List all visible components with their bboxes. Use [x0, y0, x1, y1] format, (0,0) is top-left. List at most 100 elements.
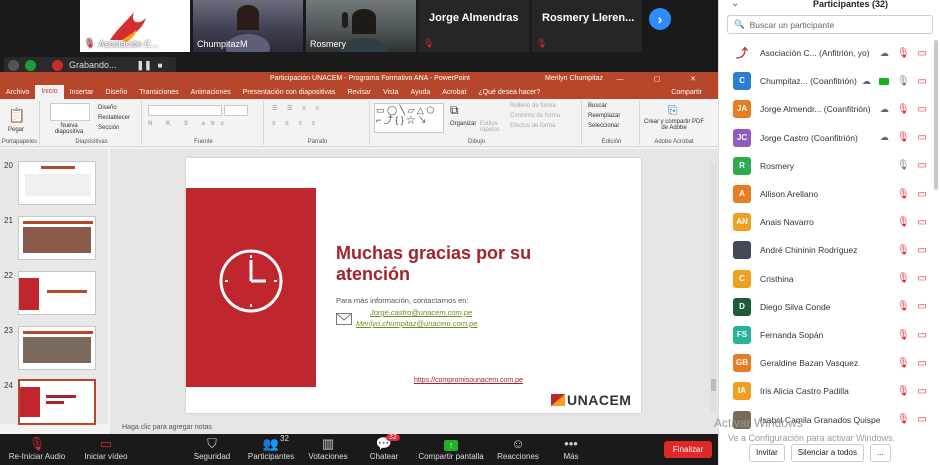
- tab-acrobat[interactable]: Acrobat: [436, 89, 472, 96]
- arrange-icon[interactable]: ⧉: [450, 103, 459, 118]
- tab-ayuda[interactable]: Ayuda: [405, 89, 437, 96]
- new-slide-icon[interactable]: [50, 103, 90, 121]
- audio-button[interactable]: 🎙 Re-Iniciar Audio: [6, 436, 68, 461]
- tell-me-search[interactable]: ¿Qué desea hacer?: [472, 89, 546, 96]
- tab-diseno[interactable]: Diseño: [99, 89, 133, 96]
- participant-row[interactable]: C Cristhina 🎙 ▭: [719, 265, 940, 293]
- new-slide-label[interactable]: Nueva diapositiva: [46, 123, 92, 135]
- participant-row[interactable]: R Rosmery 🎙 ▭: [719, 152, 940, 180]
- participant-row[interactable]: JA Jorge Almendr... (Coanfitrión) ☁ 🎙 ▭: [719, 95, 940, 123]
- participant-row[interactable]: FS Fernanda Sopán 🎙 ▭: [719, 321, 940, 349]
- participants-button[interactable]: 👥 32 Participantes: [244, 434, 298, 461]
- clock-icon: [219, 249, 283, 313]
- search-icon: 🔍: [734, 19, 745, 29]
- video-button[interactable]: ▭ Iniciar vídeo: [82, 436, 130, 461]
- chat-button[interactable]: 💬 32 Chatear: [366, 434, 402, 461]
- share-screen-button[interactable]: ↑ Compartir pantalla: [414, 436, 488, 461]
- panel-more-button[interactable]: ...: [869, 443, 891, 462]
- slide-thumbnail-selected[interactable]: [18, 379, 96, 425]
- avatar: C: [733, 72, 751, 91]
- group-diapositivas: Nueva diapositiva Diseño Restablecer Sec…: [42, 101, 142, 145]
- tab-transiciones[interactable]: Transiciones: [133, 89, 184, 96]
- align-buttons[interactable]: ≡ ≡ ≡ ≡: [272, 121, 319, 127]
- reactions-button[interactable]: ☺ Reacciones: [496, 436, 540, 461]
- share-screen-label: Compartir pantalla: [418, 452, 484, 461]
- tab-presentacion[interactable]: Presentación con diapositivas: [237, 89, 342, 96]
- info-icon[interactable]: [8, 59, 19, 71]
- pause-icon[interactable]: ❚❚: [137, 60, 152, 71]
- video-tile-rosmery-lleren[interactable]: Rosmery Lleren... 🎙: [532, 0, 642, 52]
- participant-row[interactable]: ⤴ Asociación C... (Anfitrión, yo) ☁ 🎙 ▭: [719, 39, 940, 67]
- mic-off-icon: 🎙: [896, 188, 910, 200]
- video-tile-host[interactable]: 🎙 Asociación C...: [80, 0, 190, 52]
- pdf-icon[interactable]: ⎘: [668, 103, 678, 118]
- replace-button[interactable]: Reemplazar: [588, 113, 620, 119]
- font-name-select[interactable]: [148, 105, 222, 116]
- tab-archivo[interactable]: Archivo: [0, 89, 35, 96]
- screen-share-icon: [878, 77, 889, 85]
- cloud-icon: ☁: [861, 75, 871, 86]
- group-portapapeles: 📋 Pegar Portapapeles: [0, 101, 40, 145]
- window-controls[interactable]: — ▢ ✕: [617, 75, 710, 83]
- slide-thumbnail[interactable]: [18, 161, 96, 205]
- mute-all-button[interactable]: Silenciar a todos: [790, 443, 864, 462]
- font-size-select[interactable]: [224, 105, 248, 116]
- reset-button[interactable]: Restablecer: [98, 115, 130, 121]
- shape-fill[interactable]: Relleno de forma: [510, 103, 556, 109]
- participant-row[interactable]: A Allison Arellano 🎙 ▭: [719, 180, 940, 208]
- create-pdf-button[interactable]: Crear y compartir PDF de Adobe: [644, 119, 704, 131]
- quick-styles[interactable]: Estilos rápidos: [480, 121, 504, 133]
- cloud-icon: ☁: [879, 47, 889, 58]
- share-button[interactable]: Compartir: [665, 89, 708, 96]
- chevron-down-icon[interactable]: ⌄: [731, 0, 739, 9]
- polls-button[interactable]: ▥ Votaciones: [306, 436, 350, 461]
- font-format-buttons[interactable]: N K S abc: [148, 121, 230, 127]
- tab-insertar[interactable]: Insertar: [64, 89, 100, 96]
- video-tile-chumpitaz[interactable]: ChumpitazM: [193, 0, 303, 52]
- select-button[interactable]: Seleccionar: [588, 123, 619, 129]
- paste-label[interactable]: Pegar: [8, 127, 24, 133]
- participant-row[interactable]: André Chininin Rodríguez 🎙 ▭: [719, 236, 940, 264]
- slide-thumbnail[interactable]: [18, 271, 96, 315]
- participant-row[interactable]: JC Jorge Castro (Coanfitrión) ☁ 🎙 ▭: [719, 124, 940, 152]
- participant-row[interactable]: C Chumpitaz... (Coanfitrión) ☁ 🎙 ▭: [719, 67, 940, 95]
- tab-vista[interactable]: Vista: [377, 89, 404, 96]
- tab-animaciones[interactable]: Animaciones: [185, 89, 237, 96]
- video-tile-jorge[interactable]: Jorge Almendras 🎙: [419, 0, 529, 52]
- invite-button[interactable]: Invitar: [749, 443, 785, 462]
- website-link[interactable]: https://compromisounacem.com.pe: [414, 377, 523, 384]
- unacem-mark-icon: [551, 394, 565, 406]
- end-meeting-button[interactable]: Finalizar: [664, 441, 712, 458]
- participant-row[interactable]: IA Iris Alicia Castro Padilla 🎙 ▭: [719, 377, 940, 405]
- email-link-merilyn[interactable]: Merilyn.chumpitaz@unacem.com.pe: [356, 319, 477, 328]
- slide-thumbnail[interactable]: [18, 326, 96, 370]
- mic-off-icon: 🎙: [896, 329, 910, 341]
- email-link-jorge[interactable]: Jorge.castro@unacem.com.pe: [370, 308, 472, 317]
- tab-revisar[interactable]: Revisar: [341, 89, 377, 96]
- shape-effects[interactable]: Efectos de forma: [510, 123, 555, 129]
- slide-thumbnail[interactable]: [18, 216, 96, 260]
- section-button[interactable]: Sección: [98, 125, 119, 131]
- next-page-icon[interactable]: ›: [649, 8, 671, 30]
- more-button[interactable]: ••• Más: [556, 436, 586, 461]
- shapes-gallery[interactable]: ▭ ◯ ╲ ▱ △ ⬠ ⌐ ⤴ { } ☆ ↘: [374, 103, 444, 133]
- stop-icon[interactable]: ■: [158, 61, 163, 70]
- shield-icon[interactable]: [25, 59, 36, 71]
- shape-outline[interactable]: Contorno de forma: [510, 113, 560, 119]
- participant-row[interactable]: AN Anais Navarro 🎙 ▭: [719, 208, 940, 236]
- slide-scrollbar[interactable]: [710, 162, 717, 412]
- security-button[interactable]: ⛉ Seguridad: [190, 436, 234, 461]
- notes-pane[interactable]: Haga clic para agregar notas: [110, 424, 710, 434]
- paste-icon[interactable]: 📋: [8, 107, 25, 124]
- find-button[interactable]: Buscar: [588, 103, 607, 109]
- video-tile-rosmery[interactable]: Rosmery: [306, 0, 416, 52]
- participant-search-input[interactable]: 🔍 Buscar un participante: [727, 15, 933, 34]
- current-slide[interactable]: Muchas gracias por su atención Para más …: [186, 158, 641, 413]
- paragraph-buttons[interactable]: ☰ ☰ ≡ ≡: [272, 105, 323, 112]
- arrange-label[interactable]: Organizar: [450, 121, 476, 127]
- participant-row[interactable]: D Diego Silva Conde 🎙 ▭: [719, 293, 940, 321]
- layout-button[interactable]: Diseño: [98, 105, 117, 111]
- group-label: Fuente: [194, 139, 213, 145]
- participant-row[interactable]: GB Geraldine Bazan Vasquez 🎙 ▭: [719, 349, 940, 377]
- tab-inicio[interactable]: Inicio: [35, 85, 64, 99]
